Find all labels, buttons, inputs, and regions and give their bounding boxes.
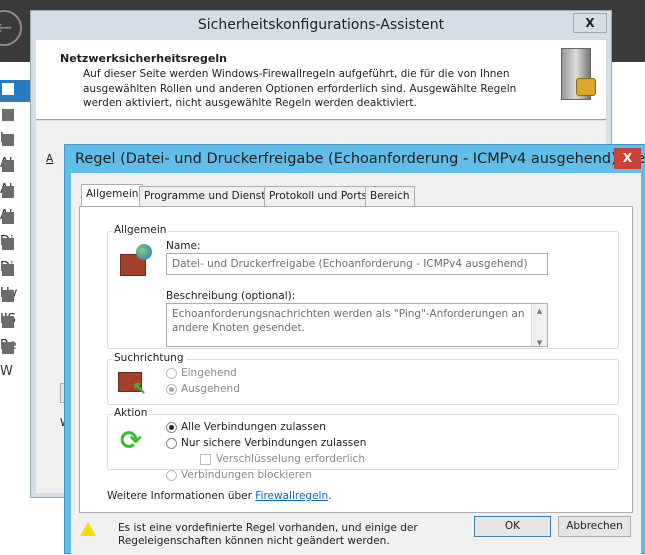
- more-info-suffix: .: [328, 490, 332, 502]
- description-label: Beschreibung (optional):: [166, 290, 296, 302]
- dialog-title: Regel (Datei- und Druckerfreigabe (Echoa…: [75, 151, 645, 167]
- tab-allgemein[interactable]: Allgemein: [81, 184, 144, 207]
- sidebar-item[interactable]: Di: [0, 209, 30, 249]
- sidebar-item[interactable]: Al: [0, 183, 30, 223]
- checkbox-label: Verschlüsselung erforderlich: [216, 453, 365, 465]
- description-text: Echoanforderungsnachrichten werden als "…: [172, 308, 525, 334]
- more-info-text: Weitere Informationen über Firewallregel…: [107, 490, 331, 502]
- hyperv-icon: [2, 264, 14, 276]
- dialog-body: Allgemein Programme und Dienste Protokol…: [71, 173, 641, 555]
- radio-allow-secure[interactable]: [166, 438, 177, 449]
- sidebar-label: W: [0, 364, 13, 379]
- name-field[interactable]: Datei- und Druckerfreigabe (Echoanforder…: [166, 253, 548, 275]
- recycle-arrows-icon: ⟳: [120, 426, 142, 456]
- scrollbar[interactable]: ▲ ▼: [531, 304, 547, 347]
- sidebar-item[interactable]: Lo: [0, 106, 30, 146]
- sidebar-item[interactable]: IIS: [0, 287, 30, 327]
- wizard-description: Auf dieser Seite werden Windows-Firewall…: [83, 68, 517, 109]
- more-info-prefix: Weitere Informationen über: [107, 490, 256, 502]
- radio-eingehend[interactable]: [166, 368, 177, 379]
- sidebar-item[interactable]: Al: [0, 131, 30, 171]
- wizard-close-button[interactable]: X: [573, 13, 607, 33]
- cancel-button[interactable]: Abbrechen: [558, 516, 631, 537]
- lock-icon: [576, 78, 596, 96]
- direction-group: Suchrichtung ↖ Eingehend Ausgehend: [107, 352, 619, 405]
- servers-icon: [2, 160, 14, 172]
- firewall-rules-link[interactable]: Firewallregeln: [255, 490, 328, 502]
- radio-label: Ausgehend: [181, 383, 240, 395]
- radio-label: Verbindungen blockieren: [181, 469, 312, 481]
- radio-block[interactable]: [166, 470, 177, 481]
- tab-panel-allgemein: Allgemein Name: Datei- und Druckerfreiga…: [79, 206, 633, 513]
- certificate-icon: [2, 186, 14, 198]
- sidebar-item[interactable]: W: [0, 339, 30, 379]
- sidebar-item[interactable]: Re: [0, 313, 30, 353]
- wsus-icon: [2, 342, 14, 354]
- servers-icon: [2, 134, 14, 146]
- ok-button[interactable]: OK: [474, 516, 551, 537]
- tab-bereich[interactable]: Bereich: [365, 186, 415, 206]
- scroll-up-icon[interactable]: ▲: [532, 304, 547, 318]
- dialog-close-button[interactable]: X: [614, 148, 641, 169]
- tab-programme-und-dienste[interactable]: Programme und Dienste: [139, 186, 277, 206]
- tab-protokoll-und-ports[interactable]: Protokoll und Ports: [264, 186, 373, 206]
- radio-label: Nur sichere Verbindungen zulassen: [181, 437, 367, 449]
- rule-properties-dialog: Regel (Datei- und Druckerfreigabe (Echoa…: [64, 144, 645, 555]
- sidebar-item-dashboard[interactable]: Da: [0, 80, 30, 120]
- dhcp-icon: [2, 238, 14, 250]
- warning-text: Es ist eine vordefinierte Regel vorhande…: [118, 522, 418, 547]
- radio-allow-all[interactable]: [166, 422, 177, 433]
- wizard-header: Netzwerksicherheitsregeln Auf dieser Sei…: [36, 40, 606, 120]
- remote-icon: [2, 316, 14, 328]
- partial-label: A: [46, 153, 54, 165]
- checkbox-encryption[interactable]: [200, 454, 211, 465]
- group-label: Suchrichtung: [112, 352, 186, 364]
- action-group: Aktion ⟳ Alle Verbindungen zulassen Nur …: [107, 407, 619, 481]
- wizard-title: Sicherheitskonfigurations-Assistent: [197, 17, 445, 33]
- description-field[interactable]: Echoanforderungsnachrichten werden als "…: [166, 303, 548, 347]
- server-icon: [2, 109, 14, 121]
- sidebar-item[interactable]: Al: [0, 157, 30, 197]
- radio-ausgehend[interactable]: [166, 384, 177, 395]
- dns-icon: [2, 212, 14, 224]
- dashboard-icon: [2, 83, 14, 95]
- name-label: Name:: [166, 240, 201, 252]
- sidebar-item[interactable]: Hy: [0, 261, 30, 301]
- iis-icon: [2, 290, 14, 302]
- radio-label: Alle Verbindungen zulassen: [181, 421, 326, 433]
- sidebar-item[interactable]: Di: [0, 235, 30, 275]
- wizard-heading: Netzwerksicherheitsregeln: [60, 52, 227, 65]
- radio-label: Eingehend: [181, 367, 237, 379]
- warning-icon: [80, 522, 96, 536]
- scroll-down-icon[interactable]: ▼: [532, 336, 547, 350]
- group-label: Allgemein: [112, 224, 169, 236]
- globe-icon: [136, 244, 152, 260]
- group-label: Aktion: [112, 407, 150, 419]
- outbound-arrow-icon: ↖: [132, 379, 148, 400]
- general-group: Allgemein Name: Datei- und Druckerfreiga…: [107, 224, 619, 349]
